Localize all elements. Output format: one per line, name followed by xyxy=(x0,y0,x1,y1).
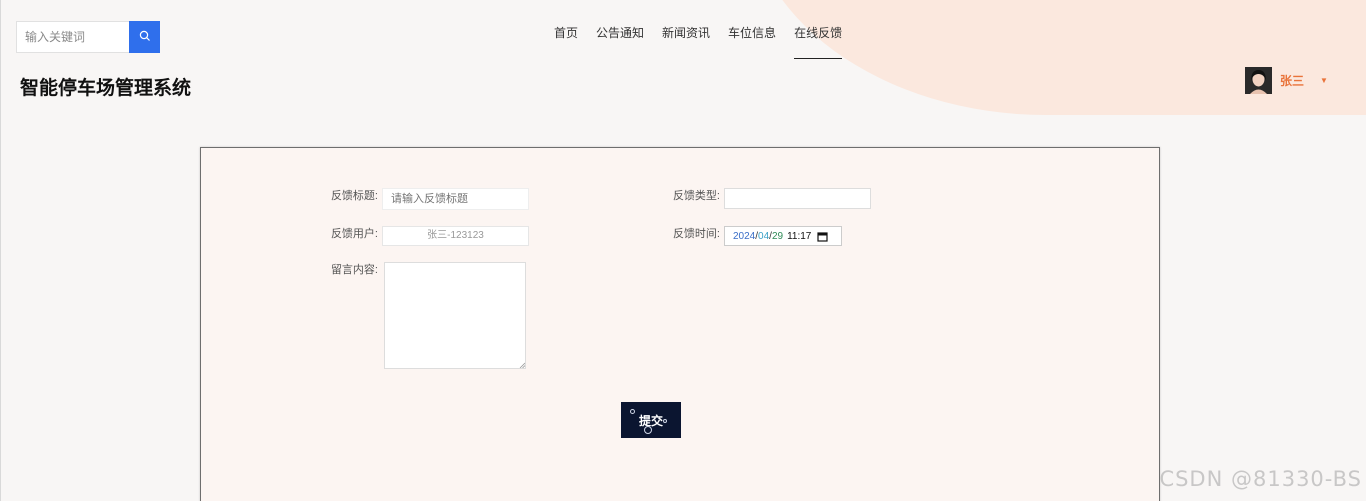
bubble-icon xyxy=(630,409,635,414)
user-field: 张三-123123 xyxy=(382,226,529,246)
submit-label: 提交 xyxy=(638,413,663,428)
time-input[interactable]: 2024/04/29 11:17 xyxy=(724,226,842,246)
search-input[interactable] xyxy=(17,22,129,52)
nav-item-home[interactable]: 首页 xyxy=(545,22,587,59)
type-label: 反馈类型: xyxy=(672,190,720,202)
calendar-icon[interactable] xyxy=(817,231,828,242)
time-row: 反馈时间: 2024/04/29 11:17 xyxy=(670,226,842,246)
content-wrapper xyxy=(378,262,526,374)
submit-button[interactable]: 提交 xyxy=(621,402,681,438)
nav-item-feedback[interactable]: 在线反馈 xyxy=(785,22,851,59)
time-year: 2024 xyxy=(733,230,756,242)
bubble-icon xyxy=(644,426,652,434)
main-nav: 首页 公告通知 新闻资讯 车位信息 在线反馈 xyxy=(545,22,851,62)
time-label: 反馈时间: xyxy=(672,228,720,240)
content-label: 留言内容: xyxy=(330,264,378,276)
content-row: 留言内容: xyxy=(328,262,526,374)
search-box xyxy=(16,21,160,53)
site-header: 首页 公告通知 新闻资讯 车位信息 在线反馈 智能停车场管理系统 张三 ▼ xyxy=(0,0,1366,115)
time-day: 29 xyxy=(771,230,784,242)
title-input[interactable] xyxy=(382,188,529,210)
nav-item-announcements[interactable]: 公告通知 xyxy=(587,22,653,59)
avatar xyxy=(1245,67,1272,94)
user-menu[interactable]: 张三 ▼ xyxy=(1245,67,1328,94)
type-select[interactable] xyxy=(724,188,871,209)
content-textarea[interactable] xyxy=(384,262,526,369)
resize-grip-icon[interactable] xyxy=(519,355,526,373)
avatar-image xyxy=(1245,67,1272,94)
time-clock: 11:17 xyxy=(787,230,812,242)
bubble-icon xyxy=(663,419,667,423)
title-row: 反馈标题: xyxy=(328,188,529,210)
user-row: 反馈用户: 张三-123123 xyxy=(328,226,529,246)
caret-down-icon: ▼ xyxy=(1320,76,1328,85)
nav-item-parking-spaces[interactable]: 车位信息 xyxy=(719,22,785,59)
nav-item-news[interactable]: 新闻资讯 xyxy=(653,22,719,59)
user-label: 反馈用户: xyxy=(330,228,378,240)
user-name: 张三 xyxy=(1280,74,1305,88)
search-button[interactable] xyxy=(129,21,160,53)
site-title: 智能停车场管理系统 xyxy=(20,78,192,99)
feedback-form-card: 反馈标题: 反馈类型: 反馈用户: 张三-123123 反馈时间: 2024/0… xyxy=(200,147,1160,501)
title-label: 反馈标题: xyxy=(330,190,378,202)
time-month: 04 xyxy=(758,230,770,242)
watermark: CSDN @81330-BS xyxy=(1159,467,1362,491)
search-icon xyxy=(139,30,151,45)
type-row: 反馈类型: xyxy=(670,188,871,209)
